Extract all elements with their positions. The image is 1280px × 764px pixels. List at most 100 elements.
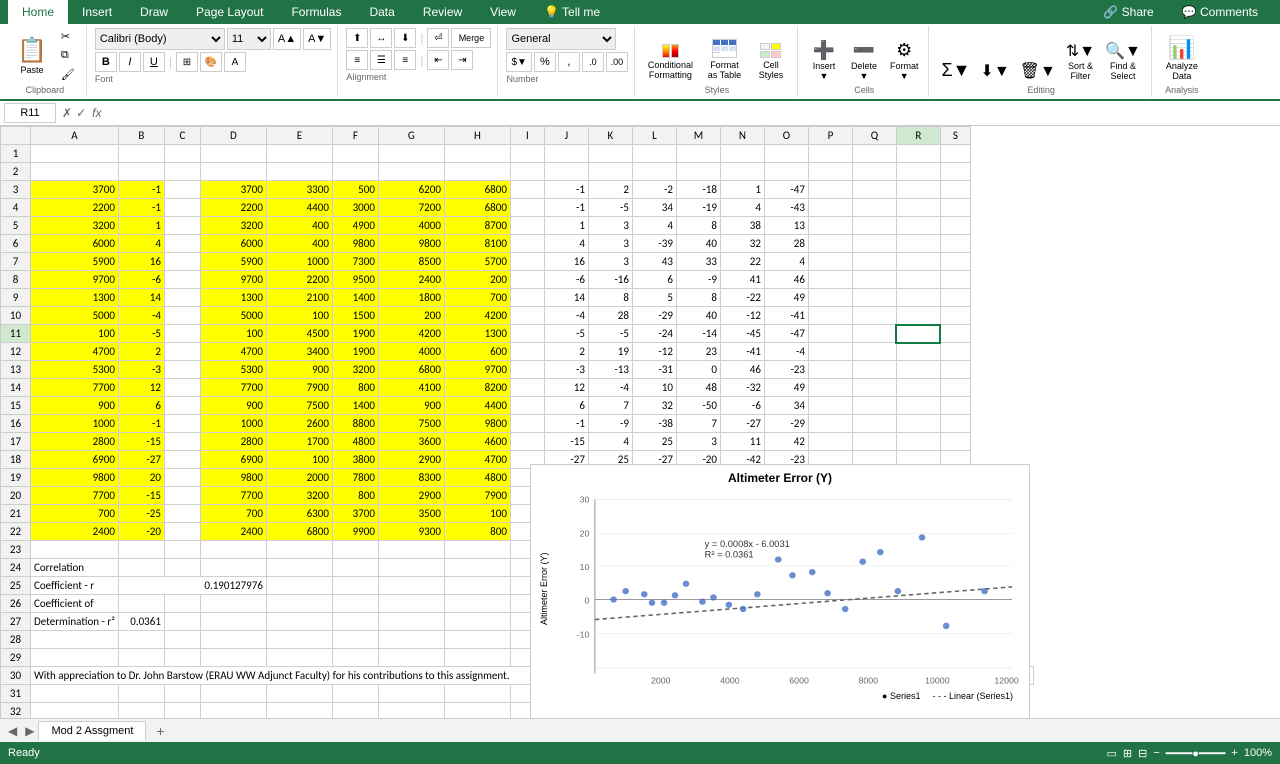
cell-C25[interactable] bbox=[266, 577, 332, 595]
cell-C26[interactable] bbox=[164, 595, 200, 613]
cell-P14[interactable] bbox=[808, 379, 852, 397]
cell-N16[interactable]: -27 bbox=[720, 415, 764, 433]
cell-M11[interactable]: -14 bbox=[676, 325, 720, 343]
cell-D7[interactable]: 5900 bbox=[200, 253, 266, 271]
cell-A8[interactable]: 9700 bbox=[31, 271, 119, 289]
cell-D20[interactable]: 7700 bbox=[200, 487, 266, 505]
cell-E22[interactable]: 6800 bbox=[266, 523, 332, 541]
cell-I4[interactable] bbox=[510, 199, 544, 217]
cell-D16[interactable]: 1000 bbox=[200, 415, 266, 433]
col-header-L[interactable]: L bbox=[632, 127, 676, 145]
cell-Q16[interactable] bbox=[852, 415, 896, 433]
cell-Q10[interactable] bbox=[852, 307, 896, 325]
cell-M13[interactable]: 0 bbox=[676, 361, 720, 379]
cell-E4[interactable]: 4400 bbox=[266, 199, 332, 217]
row-header-12[interactable]: 12 bbox=[1, 343, 31, 361]
cell-J10[interactable]: -4 bbox=[544, 307, 588, 325]
add-sheet-button[interactable]: + bbox=[148, 721, 172, 741]
col-header-P[interactable]: P bbox=[808, 127, 852, 145]
cell-A1[interactable] bbox=[31, 145, 119, 163]
row-header-18[interactable]: 18 bbox=[1, 451, 31, 469]
row-header-9[interactable]: 9 bbox=[1, 289, 31, 307]
cell-Q2[interactable] bbox=[852, 163, 896, 181]
cell-M6[interactable]: 40 bbox=[676, 235, 720, 253]
cell-R16[interactable] bbox=[896, 415, 940, 433]
cell-E24[interactable] bbox=[266, 559, 332, 577]
cell-B14[interactable]: 12 bbox=[118, 379, 164, 397]
cell-J2[interactable] bbox=[544, 163, 588, 181]
cell-E26[interactable] bbox=[266, 595, 332, 613]
cell-R14[interactable] bbox=[896, 379, 940, 397]
cell-E1[interactable] bbox=[266, 145, 332, 163]
cell-E9[interactable]: 2100 bbox=[266, 289, 332, 307]
cell-E29[interactable] bbox=[266, 649, 332, 667]
cell-I5[interactable] bbox=[510, 217, 544, 235]
cell-E31[interactable] bbox=[266, 685, 332, 703]
cell-E7[interactable]: 1000 bbox=[266, 253, 332, 271]
row-header-6[interactable]: 6 bbox=[1, 235, 31, 253]
cell-Q7[interactable] bbox=[852, 253, 896, 271]
sheet-tab-mod2[interactable]: Mod 2 Assgment bbox=[38, 721, 146, 740]
cell-E17[interactable]: 1700 bbox=[266, 433, 332, 451]
cell-N14[interactable]: -32 bbox=[720, 379, 764, 397]
row-header-24[interactable]: 24 bbox=[1, 559, 31, 577]
cell-N15[interactable]: -6 bbox=[720, 397, 764, 415]
cell-I8[interactable] bbox=[510, 271, 544, 289]
format-painter-button[interactable]: 🖌 bbox=[56, 66, 80, 83]
cell-E28[interactable] bbox=[266, 631, 332, 649]
cell-D15[interactable]: 900 bbox=[200, 397, 266, 415]
cell-I3[interactable] bbox=[510, 181, 544, 199]
cell-S7[interactable] bbox=[940, 253, 970, 271]
cell-P3[interactable] bbox=[808, 181, 852, 199]
cell-A9[interactable]: 1300 bbox=[31, 289, 119, 307]
cell-K6[interactable]: 3 bbox=[588, 235, 632, 253]
cell-O12[interactable]: -4 bbox=[764, 343, 808, 361]
row-header-17[interactable]: 17 bbox=[1, 433, 31, 451]
cell-J4[interactable]: -1 bbox=[544, 199, 588, 217]
cell-H27[interactable] bbox=[444, 613, 510, 631]
cell-C2[interactable] bbox=[164, 163, 200, 181]
cell-D6[interactable]: 6000 bbox=[200, 235, 266, 253]
cell-I11[interactable] bbox=[510, 325, 544, 343]
cell-F7[interactable]: 7300 bbox=[332, 253, 378, 271]
cell-R11[interactable] bbox=[896, 325, 940, 343]
cell-B12[interactable]: 2 bbox=[118, 343, 164, 361]
cell-N2[interactable] bbox=[720, 163, 764, 181]
cell-G2[interactable] bbox=[378, 163, 444, 181]
cell-G22[interactable]: 9300 bbox=[378, 523, 444, 541]
cell-O11[interactable]: -47 bbox=[764, 325, 808, 343]
cell-A20[interactable]: 7700 bbox=[31, 487, 119, 505]
cell-N7[interactable]: 22 bbox=[720, 253, 764, 271]
cell-S6[interactable] bbox=[940, 235, 970, 253]
cell-B28[interactable] bbox=[118, 631, 164, 649]
cell-A11[interactable]: 100 bbox=[31, 325, 119, 343]
cell-J16[interactable]: -1 bbox=[544, 415, 588, 433]
cancel-icon[interactable]: ✗ bbox=[62, 106, 72, 120]
cell-L15[interactable]: 32 bbox=[632, 397, 676, 415]
row-header-8[interactable]: 8 bbox=[1, 271, 31, 289]
col-header-H[interactable]: H bbox=[444, 127, 510, 145]
cell-G26[interactable] bbox=[378, 595, 444, 613]
format-as-table-button[interactable]: Formatas Table bbox=[702, 36, 747, 83]
cell-K17[interactable]: 4 bbox=[588, 433, 632, 451]
cell-D26[interactable] bbox=[200, 595, 266, 613]
cell-O9[interactable]: 49 bbox=[764, 289, 808, 307]
cell-H19[interactable]: 4800 bbox=[444, 469, 510, 487]
cell-E2[interactable] bbox=[266, 163, 332, 181]
increase-font-button[interactable]: A▲ bbox=[273, 28, 301, 50]
cell-R17[interactable] bbox=[896, 433, 940, 451]
cell-M2[interactable] bbox=[676, 163, 720, 181]
cell-R13[interactable] bbox=[896, 361, 940, 379]
cell-C16[interactable] bbox=[164, 415, 200, 433]
cell-N11[interactable]: -45 bbox=[720, 325, 764, 343]
cell-E25[interactable] bbox=[378, 577, 444, 595]
cell-B29[interactable] bbox=[118, 649, 164, 667]
cell-G6[interactable]: 9800 bbox=[378, 235, 444, 253]
col-header-D[interactable]: D bbox=[200, 127, 266, 145]
cell-D18[interactable]: 6900 bbox=[200, 451, 266, 469]
col-header-G[interactable]: G bbox=[378, 127, 444, 145]
cell-H9[interactable]: 700 bbox=[444, 289, 510, 307]
cell-B20[interactable]: -15 bbox=[118, 487, 164, 505]
cell-H21[interactable]: 100 bbox=[444, 505, 510, 523]
cell-F17[interactable]: 4800 bbox=[332, 433, 378, 451]
